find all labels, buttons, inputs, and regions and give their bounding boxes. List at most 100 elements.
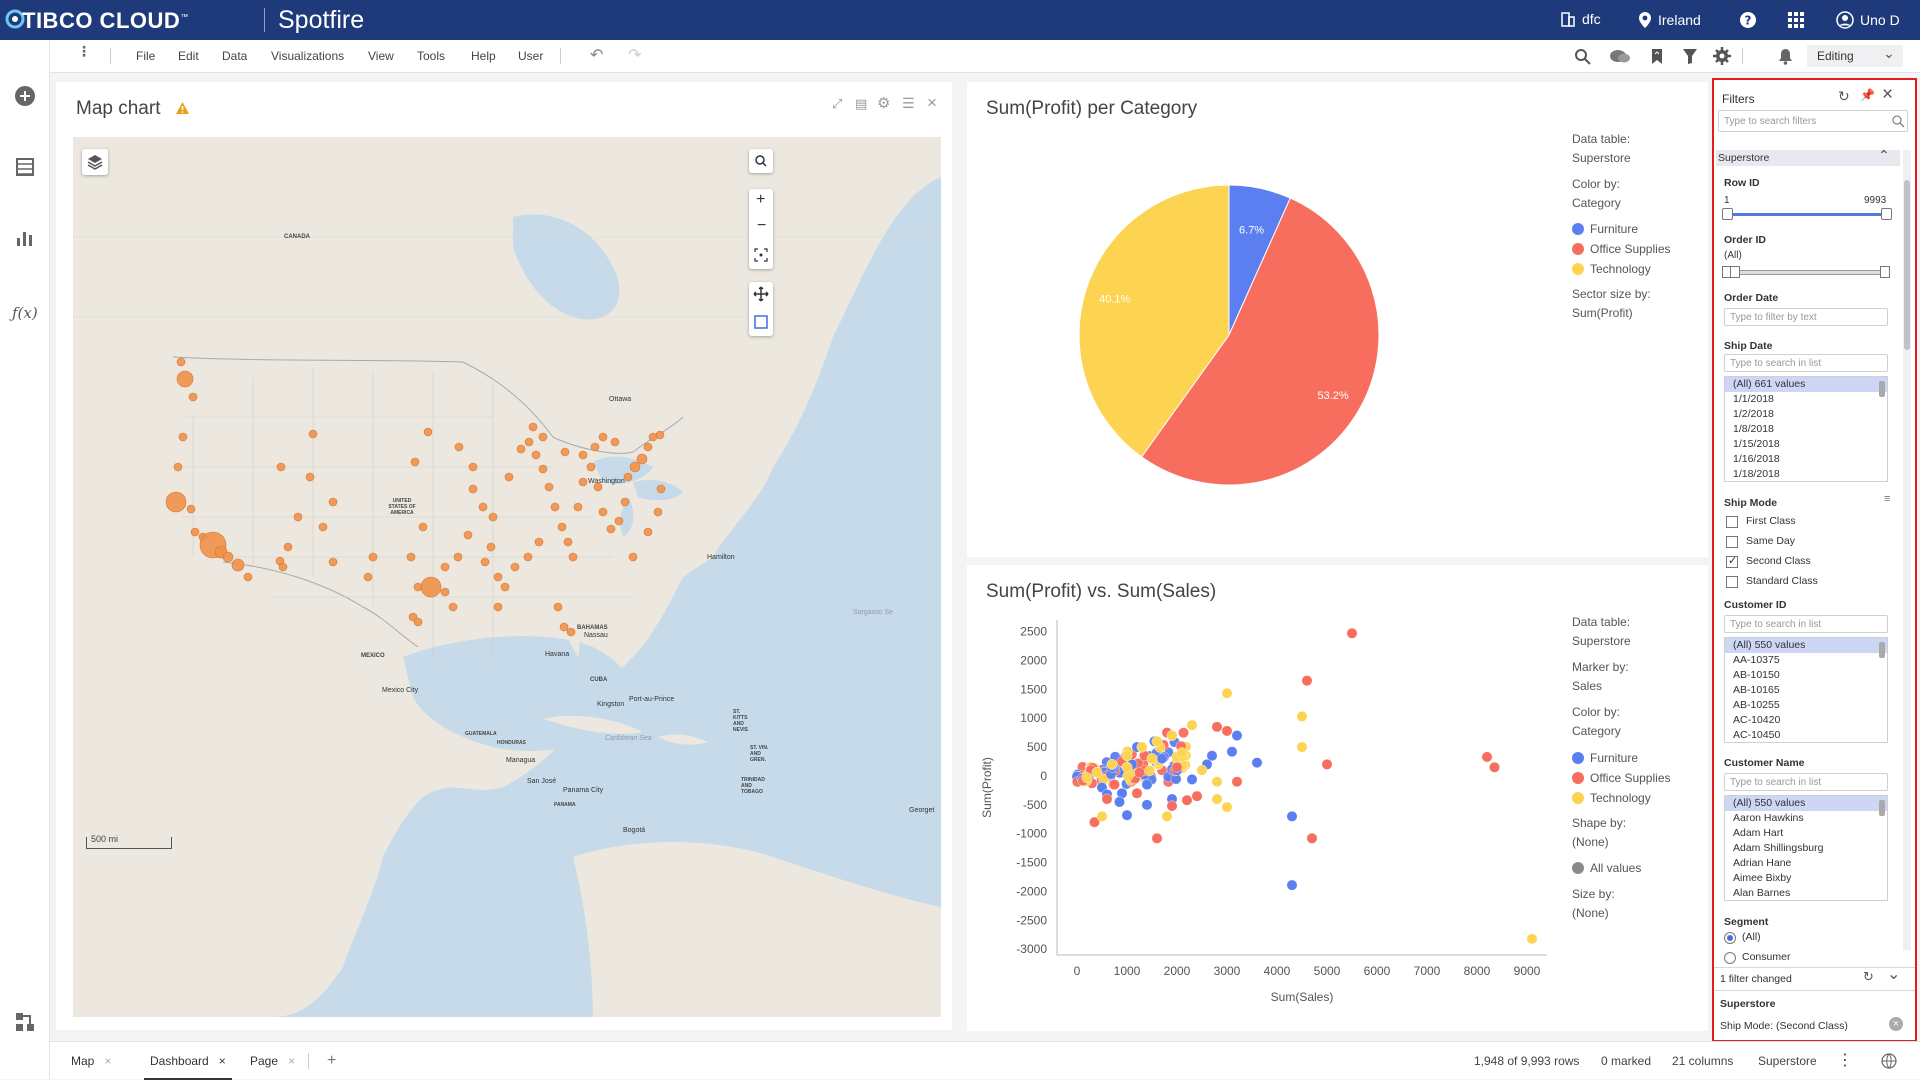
scatter-point[interactable] (1306, 832, 1318, 844)
map-marker[interactable] (493, 572, 503, 582)
ship-date-item[interactable]: 1/16/2018 (1725, 452, 1887, 467)
collaboration-icon[interactable] (1609, 48, 1631, 65)
zoom-to-fit-icon[interactable] (753, 247, 769, 263)
scatter-point[interactable] (1131, 787, 1143, 799)
scatter-point[interactable] (1481, 751, 1493, 763)
scatter-point[interactable] (1091, 767, 1103, 778)
scatter-point[interactable] (1221, 725, 1233, 737)
map-marker[interactable] (531, 450, 541, 460)
ship-date-item[interactable]: 1/1/2018 (1725, 392, 1887, 407)
map-marker[interactable] (231, 558, 245, 572)
map-marker[interactable] (368, 552, 378, 562)
map-marker[interactable] (418, 522, 428, 532)
map-marker[interactable] (463, 530, 473, 540)
reset-filters-icon[interactable]: ↻ (1838, 88, 1850, 105)
scatter-point[interactable] (1526, 933, 1538, 945)
map-marker[interactable] (176, 357, 186, 367)
map-marker[interactable] (643, 442, 653, 452)
map-marker[interactable] (328, 557, 338, 567)
ship-mode-checkbox[interactable]: ✓ (1726, 555, 1738, 568)
map-marker[interactable] (493, 602, 503, 612)
scatter-point[interactable] (1186, 774, 1198, 785)
map-marker[interactable] (276, 462, 286, 472)
more-vertical-icon[interactable]: ⋮ (77, 44, 91, 58)
map-marker[interactable] (453, 552, 463, 562)
map-marker[interactable] (656, 484, 666, 494)
map-marker[interactable] (523, 552, 533, 562)
map-marker[interactable] (559, 622, 569, 632)
map-marker[interactable] (628, 552, 638, 562)
map-marker[interactable] (188, 392, 198, 402)
customer-name-item[interactable]: Alan Barnes (1725, 886, 1887, 900)
zoom-out-icon[interactable]: − (757, 217, 766, 235)
globe-icon[interactable] (1881, 1053, 1897, 1069)
customer-name-item[interactable]: Aimee Bixby (1725, 871, 1887, 886)
close-tab-icon[interactable]: × (288, 1054, 295, 1068)
rectangle-select-icon[interactable] (753, 314, 769, 330)
scrollbar-thumb[interactable] (1904, 180, 1910, 350)
map-marker[interactable] (178, 432, 188, 442)
add-page-icon[interactable]: + (327, 1042, 336, 1080)
map-marker[interactable] (550, 502, 560, 512)
warning-icon[interactable] (175, 101, 190, 115)
scatter-point[interactable] (1176, 747, 1188, 759)
function-icon[interactable]: ƒ(x) (12, 304, 38, 322)
zoom-in-icon[interactable]: + (756, 191, 765, 209)
menu-view[interactable]: View (368, 49, 394, 63)
close-tab-icon[interactable]: × (104, 1054, 111, 1068)
scatter-point[interactable] (1121, 750, 1133, 762)
legend-item[interactable]: Technology (1572, 262, 1651, 276)
scatter-point[interactable] (1296, 741, 1308, 753)
scatter-point[interactable] (1134, 767, 1146, 778)
scatter-point[interactable] (1346, 627, 1358, 639)
list-scrollbar[interactable] (1879, 381, 1885, 397)
help-button[interactable]: ? (1739, 11, 1757, 29)
scatter-point[interactable] (1151, 832, 1163, 844)
customer-id-item[interactable]: AB-10255 (1725, 698, 1887, 713)
map-marker[interactable] (363, 572, 373, 582)
map-marker[interactable] (190, 527, 200, 537)
map-marker[interactable] (557, 522, 567, 532)
map-marker[interactable] (318, 522, 328, 532)
scatter-point[interactable] (1301, 675, 1313, 687)
tab-dashboard[interactable]: Dashboard × (144, 1042, 232, 1080)
scatter-point[interactable] (1081, 772, 1093, 784)
map-marker[interactable] (406, 552, 416, 562)
map-marker[interactable] (524, 437, 534, 447)
map-marker[interactable] (553, 602, 563, 612)
row-id-slider-track[interactable] (1726, 213, 1888, 216)
description-icon[interactable]: ▤ (855, 96, 867, 112)
scatter-point[interactable] (1166, 730, 1178, 741)
brand-logo[interactable]: TIBCO CLOUD™ (22, 8, 189, 34)
list-scrollbar[interactable] (1879, 800, 1885, 816)
map-marker[interactable] (573, 502, 583, 512)
legend-list-icon[interactable]: ☰ (902, 95, 915, 112)
ship-date-search[interactable]: Type to search in list (1724, 354, 1888, 372)
customer-name-item[interactable]: Adam Shillingsburg (1725, 841, 1887, 856)
filter-search-input[interactable]: Type to search filters (1718, 110, 1908, 132)
map-marker[interactable] (423, 427, 433, 437)
customer-name-item[interactable]: Adam Hart (1725, 826, 1887, 841)
customer-name-item[interactable]: Aaron Hawkins (1725, 811, 1887, 826)
customer-id-item[interactable]: AB-10165 (1725, 683, 1887, 698)
ship-date-item[interactable]: 1/2/2018 (1725, 407, 1887, 422)
map-search-button[interactable] (749, 149, 773, 173)
segment-radio-consumer[interactable] (1724, 952, 1736, 964)
customer-id-item[interactable]: AA-10375 (1725, 653, 1887, 668)
scatter-point[interactable] (1141, 799, 1153, 811)
customer-name-item[interactable]: (All) 550 values (1725, 796, 1887, 811)
scatter-point[interactable] (1136, 741, 1148, 753)
ship-date-item[interactable]: 1/15/2018 (1725, 437, 1887, 452)
undo-icon[interactable]: ↶ (590, 45, 603, 65)
map-marker[interactable] (448, 602, 458, 612)
map-marker[interactable] (538, 432, 548, 442)
menu-file[interactable]: File (136, 49, 155, 63)
tab-page[interactable]: Page × (250, 1042, 295, 1080)
map-marker[interactable] (598, 507, 608, 517)
map-marker[interactable] (598, 432, 608, 442)
map-marker[interactable] (305, 472, 315, 482)
scatter-point[interactable] (1196, 764, 1208, 776)
map-marker[interactable] (440, 562, 450, 572)
map-marker[interactable] (566, 627, 576, 637)
map-marker[interactable] (510, 562, 520, 572)
